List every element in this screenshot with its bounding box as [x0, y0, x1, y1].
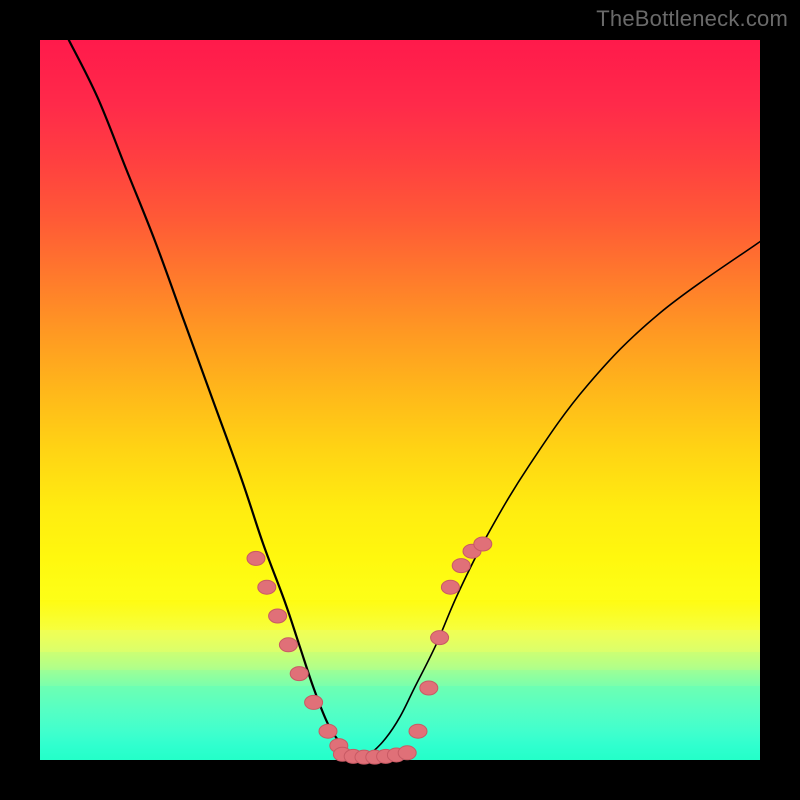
data-point	[319, 724, 337, 738]
data-point	[269, 609, 287, 623]
data-point	[247, 551, 265, 565]
chart-frame: TheBottleneck.com	[0, 0, 800, 800]
watermark-text: TheBottleneck.com	[596, 6, 788, 32]
plot-area	[40, 40, 760, 760]
data-point	[290, 667, 308, 681]
data-point	[431, 631, 449, 645]
data-point	[474, 537, 492, 551]
right-curve	[357, 242, 760, 760]
data-point	[305, 695, 323, 709]
data-point	[409, 724, 427, 738]
data-point	[258, 580, 276, 594]
data-point	[441, 580, 459, 594]
data-point	[398, 746, 416, 760]
data-point	[452, 559, 470, 573]
data-point	[420, 681, 438, 695]
scatter-dots	[247, 537, 492, 764]
left-curve	[69, 40, 357, 760]
data-point	[279, 638, 297, 652]
curve-layer	[40, 40, 760, 760]
